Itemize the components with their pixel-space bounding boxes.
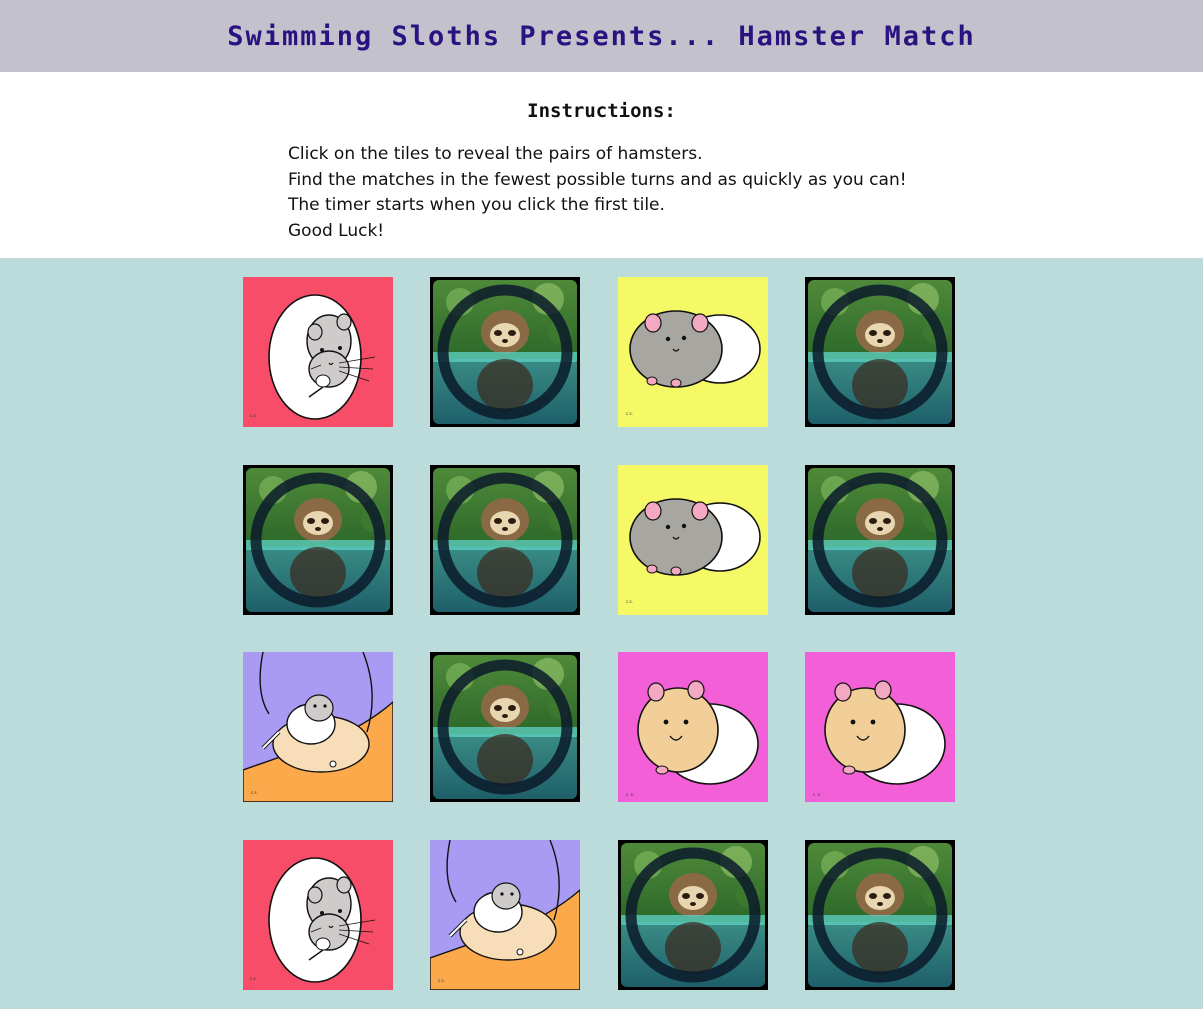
sloth-card-back-icon: [805, 277, 955, 427]
instruction-line: The timer starts when you click the firs…: [288, 195, 665, 215]
sloth-card-back-icon: [805, 840, 955, 990]
tile-hidden[interactable]: [430, 465, 580, 615]
header-bar: Swimming Sloths Presents... Hamster Matc…: [0, 0, 1203, 72]
svg-text:c.s.: c.s.: [251, 790, 258, 795]
svg-text:c.s.: c.s.: [626, 599, 633, 604]
grey-hamster-yellow-icon: c.s.: [618, 465, 768, 615]
tile-grey-hamster-yellow[interactable]: c.s.: [618, 277, 768, 427]
tile-hand-hamster-purple[interactable]: c.s.: [243, 652, 393, 802]
svg-text:c.s.: c.s.: [626, 411, 633, 416]
instructions-text: Click on the tiles to reveal the pairs o…: [288, 142, 907, 244]
tile-hidden[interactable]: [805, 465, 955, 615]
tile-hidden[interactable]: [805, 840, 955, 990]
instruction-line: Find the matches in the fewest possible …: [288, 169, 907, 190]
sloth-card-back-icon: [618, 840, 768, 990]
game-board: c.s. c.s. c.s. c.s. c. s. c. s. c.s. c.s…: [0, 258, 1203, 1009]
svg-text:c.s.: c.s.: [438, 978, 445, 983]
tile-hidden[interactable]: [805, 277, 955, 427]
sloth-card-back-icon: [430, 465, 580, 615]
svg-text:c.s.: c.s.: [250, 976, 257, 981]
grey-hamster-yellow-icon: c.s.: [618, 277, 768, 427]
tile-white-hamster-red[interactable]: c.s.: [243, 277, 393, 427]
instruction-line: Good Luck!: [288, 220, 385, 241]
sloth-card-back-icon: [243, 465, 393, 615]
instructions-heading: Instructions:: [527, 100, 676, 122]
hand-hamster-purple-icon: c.s.: [243, 652, 393, 802]
tile-hidden[interactable]: [618, 840, 768, 990]
page-title: Swimming Sloths Presents... Hamster Matc…: [227, 20, 976, 52]
tile-hand-hamster-purple[interactable]: c.s.: [430, 840, 580, 990]
tan-hamster-pink-icon: c. s.: [805, 652, 955, 802]
white-hamster-red-icon: c.s.: [243, 277, 393, 427]
sloth-card-back-icon: [805, 465, 955, 615]
instruction-line: Click on the tiles to reveal the pairs o…: [288, 144, 703, 164]
svg-text:c.s.: c.s.: [250, 413, 257, 418]
tile-tan-hamster-pink[interactable]: c. s.: [805, 652, 955, 802]
svg-text:c. s.: c. s.: [626, 792, 634, 797]
sloth-card-back-icon: [430, 277, 580, 427]
svg-text:c. s.: c. s.: [813, 792, 821, 797]
white-hamster-red-icon: c.s.: [243, 840, 393, 990]
tile-hidden[interactable]: [430, 277, 580, 427]
hand-hamster-purple-icon: c.s.: [430, 840, 580, 990]
tile-grey-hamster-yellow[interactable]: c.s.: [618, 465, 768, 615]
sloth-card-back-icon: [430, 652, 580, 802]
tile-hidden[interactable]: [430, 652, 580, 802]
tile-hidden[interactable]: [243, 465, 393, 615]
instructions-panel: Instructions: Click on the tiles to reve…: [0, 72, 1203, 258]
tile-tan-hamster-pink[interactable]: c. s.: [618, 652, 768, 802]
tile-white-hamster-red[interactable]: c.s.: [243, 840, 393, 990]
tan-hamster-pink-icon: c. s.: [618, 652, 768, 802]
